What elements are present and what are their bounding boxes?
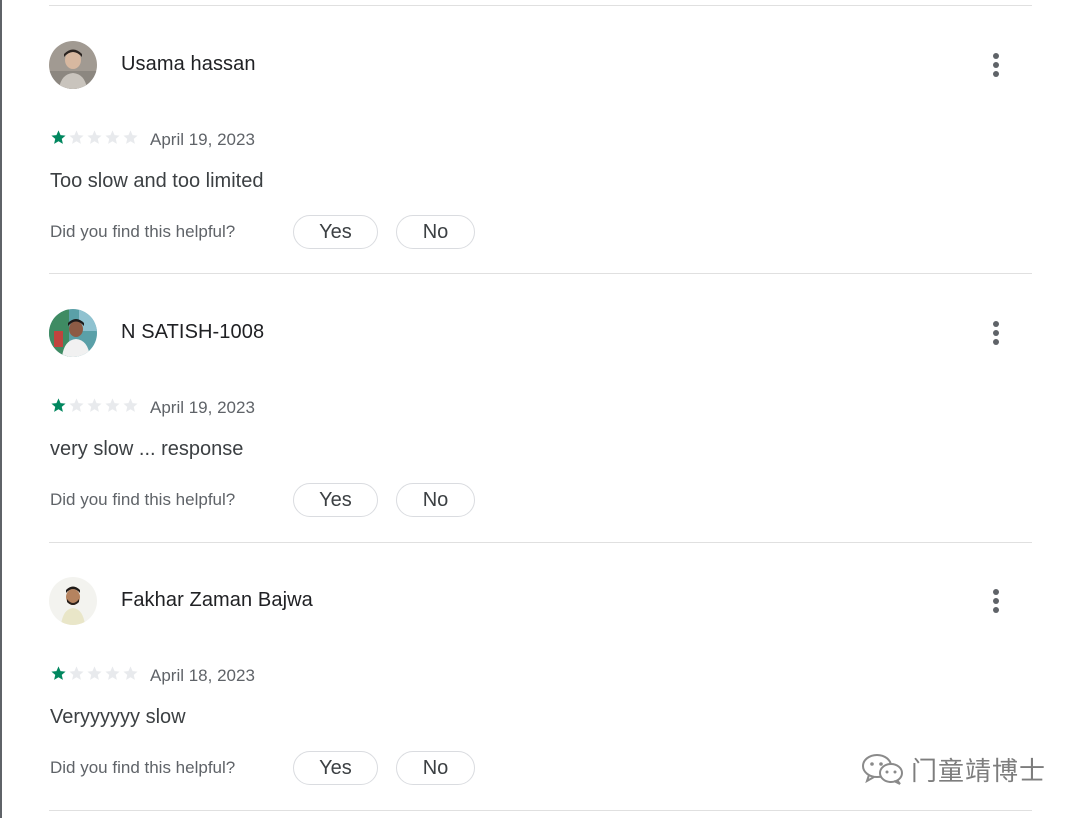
- star-filled-icon: [51, 666, 66, 680]
- review-date: April 19, 2023: [150, 130, 255, 149]
- review-card: Usama hassan April 19, 2023 Too slow and…: [0, 0, 1080, 268]
- star-rating: [50, 129, 139, 147]
- divider: [49, 810, 1032, 811]
- review-text: Too slow and too limited: [50, 170, 264, 192]
- star-empty-icon: [105, 398, 120, 412]
- helpful-yes-button[interactable]: Yes: [293, 215, 378, 249]
- review-author: Usama hassan: [121, 53, 256, 75]
- helpful-no-button[interactable]: No: [396, 751, 475, 785]
- more-options-button[interactable]: [976, 45, 1016, 85]
- helpful-yes-button[interactable]: Yes: [293, 751, 378, 785]
- star-empty-icon: [69, 130, 84, 144]
- star-empty-icon: [123, 398, 138, 412]
- helpful-prompt: Did you find this helpful?: [50, 758, 236, 777]
- star-empty-icon: [69, 398, 84, 412]
- star-empty-icon: [123, 130, 138, 144]
- star-rating: [50, 665, 139, 683]
- more-options-button[interactable]: [976, 313, 1016, 353]
- review-date: April 18, 2023: [150, 666, 255, 685]
- review-author: N SATISH-1008: [121, 321, 265, 343]
- helpful-no-button[interactable]: No: [396, 483, 475, 517]
- more-options-button[interactable]: [976, 581, 1016, 621]
- star-rating: [50, 397, 139, 415]
- helpful-prompt: Did you find this helpful?: [50, 490, 236, 509]
- star-empty-icon: [87, 130, 102, 144]
- star-filled-icon: [51, 398, 66, 412]
- avatar[interactable]: [49, 309, 97, 357]
- star-empty-icon: [87, 398, 102, 412]
- wechat-icon: [862, 754, 903, 785]
- more-vert-icon: [993, 589, 999, 613]
- review-date: April 19, 2023: [150, 398, 255, 417]
- review-card: N SATISH-1008 April 19, 2023 very slow .…: [0, 268, 1080, 536]
- star-empty-icon: [105, 666, 120, 680]
- star-empty-icon: [87, 666, 102, 680]
- more-vert-icon: [993, 53, 999, 77]
- star-empty-icon: [105, 130, 120, 144]
- star-empty-icon: [69, 666, 84, 680]
- helpful-yes-button[interactable]: Yes: [293, 483, 378, 517]
- review-author: Fakhar Zaman Bajwa: [121, 589, 313, 611]
- review-text: very slow ... response: [50, 438, 244, 460]
- star-empty-icon: [123, 666, 138, 680]
- avatar[interactable]: [49, 41, 97, 89]
- review-text: Veryyyyyy slow: [50, 706, 186, 728]
- watermark-text: 门童靖博士: [911, 756, 1047, 787]
- avatar[interactable]: [49, 577, 97, 625]
- star-filled-icon: [51, 130, 66, 144]
- watermark: 门童靖博士: [861, 752, 1047, 787]
- more-vert-icon: [993, 321, 999, 345]
- helpful-prompt: Did you find this helpful?: [50, 222, 236, 241]
- helpful-no-button[interactable]: No: [396, 215, 475, 249]
